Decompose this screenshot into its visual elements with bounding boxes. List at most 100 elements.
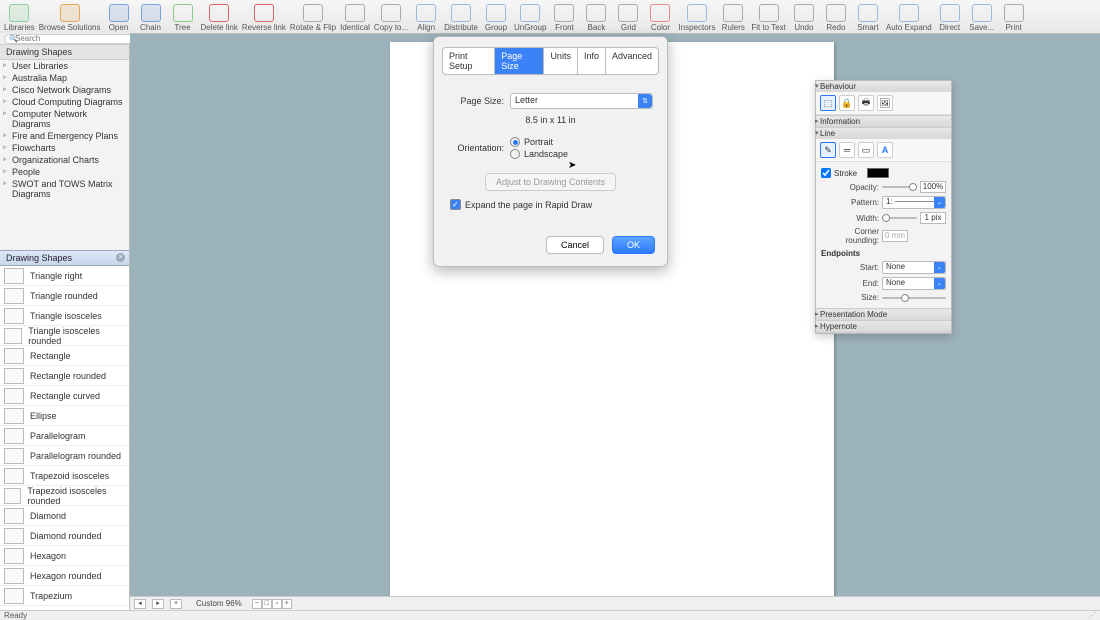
shape-item[interactable]: Trapezoid isosceles bbox=[0, 466, 129, 486]
portrait-radio[interactable] bbox=[510, 137, 520, 147]
toolbar-align[interactable]: Align bbox=[412, 4, 440, 32]
toolbar-smart[interactable]: Smart bbox=[854, 4, 882, 32]
toolbar-group[interactable]: Group bbox=[482, 4, 510, 32]
landscape-radio[interactable] bbox=[510, 149, 520, 159]
scroll-left-icon[interactable]: ◂ bbox=[134, 599, 146, 609]
toolbar-chain[interactable]: Chain bbox=[137, 4, 165, 32]
shape-item[interactable]: Triangle isosceles rounded bbox=[0, 326, 129, 346]
toolbar-delete-link[interactable]: Delete link bbox=[201, 4, 238, 32]
size-slider[interactable] bbox=[882, 297, 946, 299]
print-tool-icon[interactable]: 🖶 bbox=[858, 95, 874, 111]
toolbar-direct[interactable]: Direct bbox=[936, 4, 964, 32]
shape-item[interactable]: Trapezoid isosceles rounded bbox=[0, 486, 129, 506]
toolbar-ungroup[interactable]: UnGroup bbox=[514, 4, 546, 32]
toolbar-undo[interactable]: Undo bbox=[790, 4, 818, 32]
library-item[interactable]: Cisco Network Diagrams bbox=[0, 84, 129, 96]
presentation-header[interactable]: Presentation Mode bbox=[816, 309, 951, 320]
library-item[interactable]: People bbox=[0, 166, 129, 178]
lock-tool-icon[interactable]: 🔒 bbox=[839, 95, 855, 111]
toolbar-front[interactable]: Front bbox=[550, 4, 578, 32]
stroke-checkbox[interactable] bbox=[821, 168, 831, 178]
search-input[interactable] bbox=[4, 34, 136, 44]
toolbar-fit-to-text[interactable]: Fit to Text bbox=[751, 4, 786, 32]
adjust-contents-button[interactable]: Adjust to Drawing Contents bbox=[485, 173, 616, 191]
toolbar-rulers[interactable]: Rulers bbox=[719, 4, 747, 32]
library-item[interactable]: User Libraries bbox=[0, 60, 129, 72]
library-item[interactable]: Flowcharts bbox=[0, 142, 129, 154]
library-item[interactable]: Cloud Computing Diagrams bbox=[0, 96, 129, 108]
information-header[interactable]: Information bbox=[816, 116, 951, 127]
toolbar-rotate-flip[interactable]: Rotate & Flip bbox=[290, 4, 336, 32]
toolbar-inspectors[interactable]: Inspectors bbox=[678, 4, 715, 32]
dialog-tab-info[interactable]: Info bbox=[578, 48, 606, 74]
zoom-actual-icon[interactable]: ▫ bbox=[272, 599, 282, 609]
toolbar-tree[interactable]: Tree bbox=[169, 4, 197, 32]
bottom-scrollbar[interactable]: ◂ ▸ + Custom 96% − □ ▫ + bbox=[130, 596, 1100, 610]
dialog-tab-page-size[interactable]: Page Size bbox=[495, 48, 544, 74]
dialog-tab-print-setup[interactable]: Print Setup bbox=[443, 48, 495, 74]
shape-item[interactable]: Hexagon bbox=[0, 546, 129, 566]
hypernote-header[interactable]: Hypernote bbox=[816, 321, 951, 332]
toolbar-browse-solutions[interactable]: Browse Solutions bbox=[39, 4, 101, 32]
shape-item[interactable]: Parallelogram rounded bbox=[0, 446, 129, 466]
shape-item[interactable]: Parallelogram bbox=[0, 426, 129, 446]
ok-button[interactable]: OK bbox=[612, 236, 655, 254]
toolbar-identical[interactable]: Identical bbox=[340, 4, 370, 32]
scroll-right-icon[interactable]: ▸ bbox=[152, 599, 164, 609]
toolbar-libraries[interactable]: Libraries bbox=[4, 4, 35, 32]
image-tool-icon[interactable]: 🖼 bbox=[877, 95, 893, 111]
width-slider[interactable] bbox=[882, 217, 917, 219]
library-item[interactable]: Organizational Charts bbox=[0, 154, 129, 166]
line-header[interactable]: Line bbox=[816, 128, 951, 139]
toolbar-color[interactable]: Color bbox=[646, 4, 674, 32]
toolbar-save-[interactable]: Save... bbox=[968, 4, 996, 32]
resize-grip-icon[interactable]: ⋰ bbox=[1088, 611, 1096, 620]
library-item[interactable]: Fire and Emergency Plans bbox=[0, 130, 129, 142]
toolbar-auto-expand[interactable]: Auto Expand bbox=[886, 4, 932, 32]
dialog-tab-units[interactable]: Units bbox=[544, 48, 578, 74]
page-size-select[interactable]: Letter ⇅ bbox=[510, 93, 653, 109]
shape-item[interactable]: Diamond bbox=[0, 506, 129, 526]
shape-item[interactable]: Ellipse bbox=[0, 406, 129, 426]
toolbar-reverse-link[interactable]: Reverse link bbox=[242, 4, 286, 32]
library-item[interactable]: Australia Map bbox=[0, 72, 129, 84]
zoom-segments[interactable]: − □ ▫ + bbox=[252, 599, 292, 609]
toolbar-back[interactable]: Back bbox=[582, 4, 610, 32]
shape-item[interactable]: Hexagon rounded bbox=[0, 566, 129, 586]
shape-item[interactable]: Triangle rounded bbox=[0, 286, 129, 306]
pen-icon[interactable]: ✎ bbox=[820, 142, 836, 158]
library-item[interactable]: Computer Network Diagrams bbox=[0, 108, 129, 130]
stroke-color-swatch[interactable] bbox=[867, 168, 889, 178]
shape-item[interactable]: Rectangle rounded bbox=[0, 366, 129, 386]
shape-item[interactable]: Trapezium bbox=[0, 586, 129, 606]
shapes-header[interactable]: Drawing Shapes × bbox=[0, 250, 129, 266]
library-item[interactable]: SWOT and TOWS Matrix Diagrams bbox=[0, 178, 129, 200]
toolbar-print[interactable]: Print bbox=[1000, 4, 1028, 32]
shape-item[interactable]: Diamond rounded bbox=[0, 526, 129, 546]
shape-item[interactable]: Triangle isosceles bbox=[0, 306, 129, 326]
toolbar-grid[interactable]: Grid bbox=[614, 4, 642, 32]
double-line-icon[interactable]: ═ bbox=[839, 142, 855, 158]
shape-item[interactable]: Rectangle curved bbox=[0, 386, 129, 406]
text-style-icon[interactable]: A bbox=[877, 142, 893, 158]
shape-item[interactable]: Rectangle bbox=[0, 346, 129, 366]
dialog-tab-advanced[interactable]: Advanced bbox=[606, 48, 658, 74]
add-page-icon[interactable]: + bbox=[170, 599, 182, 609]
shape-item[interactable]: Triangle right bbox=[0, 266, 129, 286]
toolbar-copy-to-[interactable]: Copy to... bbox=[374, 4, 408, 32]
toolbar-redo[interactable]: Redo bbox=[822, 4, 850, 32]
cancel-button[interactable]: Cancel bbox=[546, 236, 604, 254]
expand-page-checkbox[interactable]: ✓ bbox=[450, 199, 461, 210]
shadow-icon[interactable]: ▭ bbox=[858, 142, 874, 158]
corner-value[interactable]: 0 mm bbox=[882, 230, 908, 242]
opacity-slider[interactable] bbox=[882, 186, 917, 188]
toolbar-open[interactable]: Open bbox=[105, 4, 133, 32]
end-select[interactable]: None⌄ bbox=[882, 277, 946, 290]
start-select[interactable]: None⌄ bbox=[882, 261, 946, 274]
behaviour-header[interactable]: Behaviour bbox=[816, 81, 951, 92]
zoom-in-icon[interactable]: + bbox=[282, 599, 292, 609]
toolbar-distribute[interactable]: Distribute bbox=[444, 4, 478, 32]
zoom-out-icon[interactable]: − bbox=[252, 599, 262, 609]
close-icon[interactable]: × bbox=[116, 253, 125, 262]
zoom-fit-icon[interactable]: □ bbox=[262, 599, 272, 609]
